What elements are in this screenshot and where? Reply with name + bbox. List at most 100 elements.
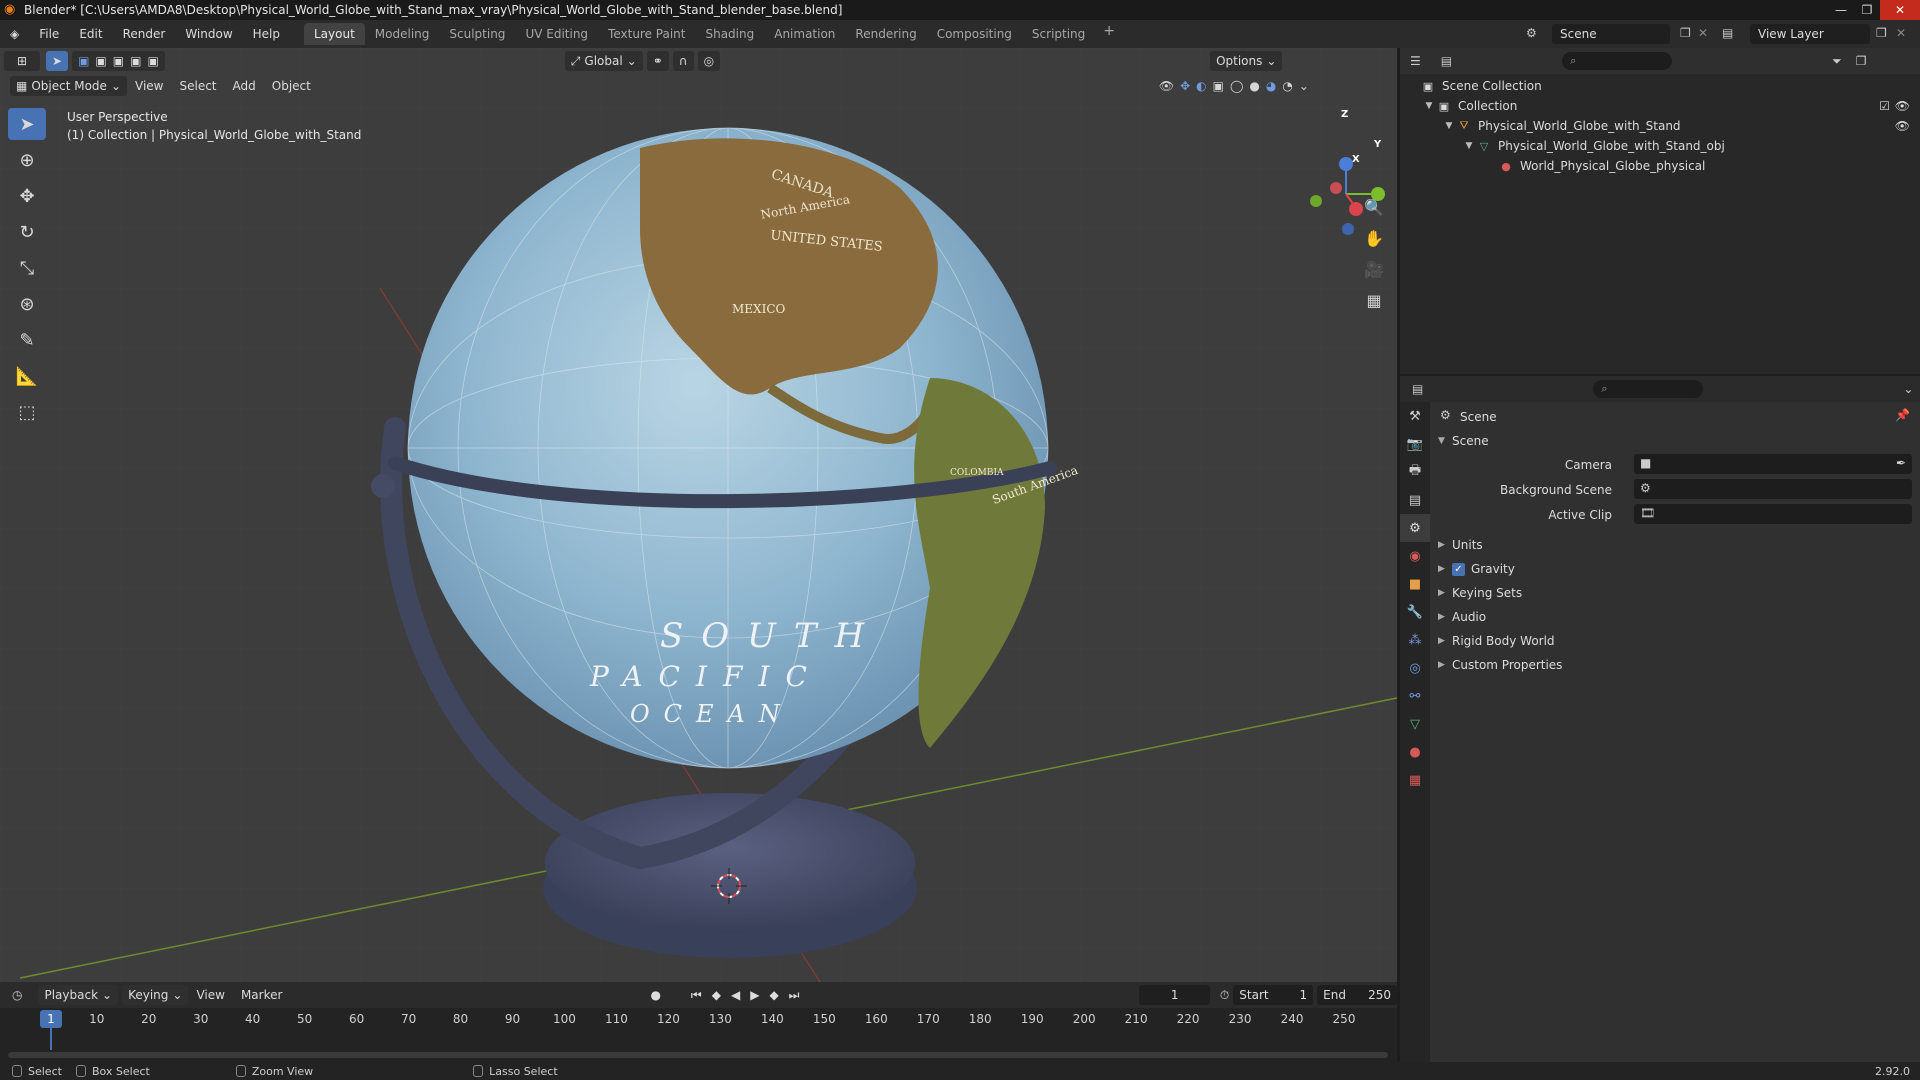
perspective-grid-icon[interactable]: ▦ [1360, 286, 1388, 314]
prev-keyframe-icon[interactable]: ◆ [712, 988, 721, 1003]
current-frame-field[interactable]: 1 [1139, 985, 1210, 1005]
camera-field[interactable]: ■ ✒ [1634, 454, 1912, 474]
expand-arrow-icon[interactable]: ▼ [1442, 121, 1456, 131]
transform-orientation-dropdown[interactable]: ⤢ Global ⌄ [564, 51, 643, 71]
xray-icon[interactable]: ▣ [1213, 79, 1224, 93]
timeline-menu-view[interactable]: View [188, 988, 232, 1002]
outliner-search-input[interactable]: ⌕ [1562, 52, 1673, 70]
material-preview-icon[interactable]: ◕ [1266, 79, 1276, 93]
select-subtract-icon[interactable]: ▣ [113, 51, 124, 71]
pan-hand-icon[interactable]: ✋ [1360, 224, 1388, 252]
scene-icon[interactable]: ⚙ [1526, 26, 1537, 40]
menu-help[interactable]: Help [243, 20, 290, 48]
end-frame-field[interactable]: End 250 [1317, 985, 1398, 1005]
tab-sculpting[interactable]: Sculpting [439, 23, 515, 45]
new-view-layer-icon[interactable]: ❐ [1876, 26, 1887, 40]
viewport-menu-select[interactable]: Select [171, 79, 224, 93]
view-layer-selector[interactable]: View Layer [1750, 24, 1870, 44]
tab-animation[interactable]: Animation [764, 23, 845, 45]
tab-texture[interactable]: ▦ [1400, 766, 1430, 794]
units-panel-header[interactable]: ▶ Units [1438, 534, 1483, 556]
cursor-tool[interactable]: ⊕ [8, 144, 46, 176]
gravity-panel-header[interactable]: ▶ ✓ Gravity [1438, 558, 1515, 580]
properties-search-input[interactable]: ⌕ [1593, 380, 1704, 398]
stopwatch-icon[interactable]: ⏱ [1220, 988, 1229, 1003]
properties-editor-icon[interactable]: ▤ [1412, 382, 1423, 396]
3d-viewport[interactable]: CANADA North America UNITED STATES MEXIC… [0, 48, 1397, 982]
tab-uv-editing[interactable]: UV Editing [515, 23, 598, 45]
blender-menu-icon[interactable]: ◈ [0, 20, 29, 48]
select-new-icon[interactable]: ▣ [78, 51, 89, 71]
tab-tool[interactable]: ⚒ [1400, 402, 1430, 430]
next-keyframe-icon[interactable]: ◆ [769, 988, 778, 1003]
scale-tool[interactable]: ⤡ [8, 252, 46, 284]
add-cube-tool[interactable]: ⬚ [8, 396, 46, 428]
timeline-editor-icon[interactable]: ◷ [12, 988, 22, 1002]
outliner-row-scene-collection[interactable]: ▣ Scene Collection [1400, 76, 1920, 96]
gizmo-z-label[interactable]: Z [1341, 109, 1348, 120]
expand-arrow-icon[interactable]: ▼ [1422, 101, 1436, 111]
eyedropper-icon[interactable]: ✒ [1896, 456, 1906, 470]
gizmo-y-label[interactable]: Y [1374, 139, 1381, 150]
audio-panel-header[interactable]: ▶ Audio [1438, 606, 1486, 628]
active-clip-field[interactable]: 🎞 [1634, 504, 1912, 524]
tab-scene[interactable]: ⚙ [1400, 514, 1430, 542]
menu-render[interactable]: Render [113, 20, 176, 48]
select-extend-icon[interactable]: ▣ [95, 51, 106, 71]
close-button[interactable]: ✕ [1880, 0, 1920, 20]
proportional-edit-toggle[interactable]: ◎ [697, 51, 721, 71]
selection-mode-group[interactable]: ▣ ▣ ▣ ▣ ▣ [72, 51, 165, 71]
tab-material[interactable]: ● [1400, 738, 1430, 766]
select-invert-icon[interactable]: ▣ [130, 51, 141, 71]
outliner-row-object[interactable]: ▼ ⛛ Physical_World_Globe_with_Stand 👁 [1400, 116, 1920, 136]
tab-particles[interactable]: ⁂ [1400, 626, 1430, 654]
visibility-eye-icon[interactable]: 👁 [1895, 99, 1910, 113]
filter-icon[interactable]: ⏷ [1832, 54, 1842, 69]
keying-dropdown[interactable]: Keying ⌄ [122, 985, 189, 1005]
viewport-menu-view[interactable]: View [127, 79, 171, 93]
outliner-row-material[interactable]: ● World_Physical_Globe_physical [1400, 156, 1920, 176]
move-tool[interactable]: ✥ [8, 180, 46, 212]
scene-selector[interactable]: Scene [1552, 24, 1670, 44]
select-mode-button[interactable]: ➤ [46, 51, 69, 71]
menu-file[interactable]: File [29, 20, 69, 48]
maximize-button[interactable]: ❐ [1854, 0, 1880, 20]
jump-end-icon[interactable]: ⏭ [789, 988, 800, 1003]
editor-type-button[interactable]: ⊞ [4, 51, 40, 71]
tab-rendering[interactable]: Rendering [845, 23, 926, 45]
playback-dropdown[interactable]: Playback ⌄ [38, 985, 119, 1005]
custom-properties-panel-header[interactable]: ▶ Custom Properties [1438, 654, 1562, 676]
tab-texture-paint[interactable]: Texture Paint [598, 23, 695, 45]
viewport-canvas[interactable] [0, 48, 1397, 982]
pin-icon[interactable]: 📌 [1895, 408, 1910, 422]
display-mode-icon[interactable]: ▤ [1441, 54, 1452, 68]
menu-edit[interactable]: Edit [69, 20, 112, 48]
timeline-menu-marker[interactable]: Marker [233, 988, 290, 1002]
tab-output[interactable]: 🖶 [1400, 458, 1430, 486]
new-collection-icon[interactable]: ❐ [1856, 54, 1867, 68]
transform-tool[interactable]: ⊛ [8, 288, 46, 320]
visibility-eye-icon[interactable]: 👁 [1159, 79, 1174, 93]
tab-modifiers[interactable]: 🔧 [1400, 598, 1430, 626]
gravity-checkbox[interactable]: ✓ [1452, 562, 1465, 576]
tab-modeling[interactable]: Modeling [365, 23, 440, 45]
select-intersect-icon[interactable]: ▣ [147, 51, 158, 71]
tab-object[interactable]: ■ [1400, 570, 1430, 598]
wireframe-shading-icon[interactable]: ◯ [1230, 79, 1243, 93]
tab-data[interactable]: ▽ [1400, 710, 1430, 738]
background-scene-field[interactable]: ⚙ [1634, 479, 1912, 499]
tab-layout[interactable]: Layout [304, 23, 365, 45]
zoom-icon[interactable]: 🔍 [1360, 193, 1388, 221]
scene-panel-header[interactable]: ▼ Scene [1438, 430, 1489, 452]
chevron-down-icon[interactable]: ⌄ [1903, 382, 1913, 396]
tab-constraints[interactable]: ⚯ [1400, 682, 1430, 710]
rendered-shading-icon[interactable]: ◔ [1282, 79, 1292, 93]
play-icon[interactable]: ▶ [750, 988, 759, 1003]
minimize-button[interactable]: — [1828, 0, 1854, 20]
camera-view-icon[interactable]: 🎥 [1360, 255, 1388, 283]
tab-shading[interactable]: Shading [695, 23, 764, 45]
rotate-tool[interactable]: ↻ [8, 216, 46, 248]
gizmo-x-label[interactable]: X [1352, 154, 1360, 165]
playhead[interactable]: 1 [40, 1010, 62, 1028]
timeline-ruler[interactable]: 10 20 30 40 50 60 70 80 90 100 110 120 130 140 150 160 1… [0, 1010, 1397, 1030]
